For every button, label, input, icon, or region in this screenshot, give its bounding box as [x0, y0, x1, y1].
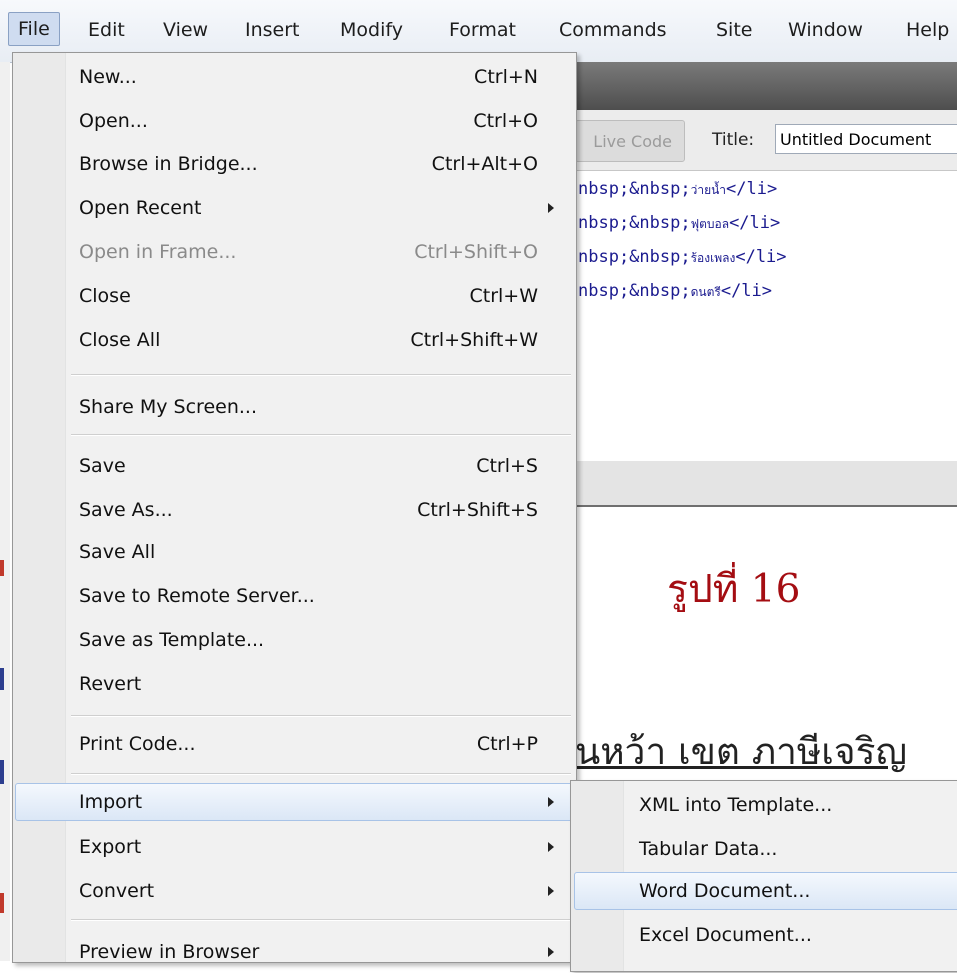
- menu-item-open[interactable]: Open... Ctrl+O: [13, 100, 576, 142]
- document-title-input[interactable]: [775, 124, 957, 154]
- menu-item-share-my-screen[interactable]: Share My Screen...: [13, 386, 576, 428]
- menu-item-close[interactable]: Close Ctrl+W: [13, 275, 576, 317]
- submenu-arrow-icon: [548, 797, 554, 807]
- menu-item-import[interactable]: Import: [13, 781, 576, 823]
- menu-item-close-all[interactable]: Close All Ctrl+Shift+W: [13, 319, 576, 361]
- edge-marker: [0, 668, 4, 690]
- file-menu-dropdown: New... Ctrl+N Open... Ctrl+O Browse in Bri…: [12, 52, 577, 963]
- menu-item-browse-in-bridge[interactable]: Browse in Bridge... Ctrl+Alt+O: [13, 143, 576, 185]
- menu-insert[interactable]: Insert: [245, 14, 300, 46]
- menu-separator: [71, 773, 571, 775]
- edge-marker: [0, 893, 4, 913]
- menu-item-preview-in-browser[interactable]: Preview in Browser: [13, 931, 576, 973]
- split-divider[interactable]: [575, 461, 957, 507]
- submenu-item-tabular-data[interactable]: Tabular Data...: [571, 827, 957, 871]
- code-view[interactable]: nbsp;&nbsp;ว่ายน้ำ</li> nbsp;&nbsp;ฟุตบอ…: [575, 171, 957, 461]
- submenu-item-word-document[interactable]: Word Document...: [571, 869, 957, 913]
- figure-caption: รูปที่ 16: [667, 567, 801, 612]
- menu-item-save[interactable]: Save Ctrl+S: [13, 445, 576, 487]
- menu-item-print-code[interactable]: Print Code... Ctrl+P: [13, 723, 576, 765]
- menu-commands[interactable]: Commands: [559, 14, 667, 46]
- menu-modify[interactable]: Modify: [340, 14, 403, 46]
- menu-format[interactable]: Format: [449, 14, 516, 46]
- code-line: nbsp;&nbsp;ร้องเพลง</li>: [578, 247, 787, 267]
- edge-marker: [0, 760, 4, 784]
- left-edge-panel: [0, 62, 10, 961]
- submenu-arrow-icon: [548, 842, 554, 852]
- menu-item-open-in-frame: Open in Frame... Ctrl+Shift+O: [79, 241, 538, 263]
- menu-item-save-as[interactable]: Save As... Ctrl+Shift+S: [13, 489, 576, 531]
- menu-item-open-recent[interactable]: Open Recent: [13, 187, 576, 229]
- menu-item-export[interactable]: Export: [13, 826, 576, 868]
- document-heading: นหว้า เขต ภาษีเจริญ: [575, 730, 908, 773]
- document-tab-bar: [575, 62, 957, 110]
- menu-item-revert[interactable]: Revert: [13, 663, 576, 705]
- menu-help[interactable]: Help: [906, 14, 949, 46]
- menu-separator: [71, 919, 571, 921]
- menu-item-new[interactable]: New... Ctrl+N: [13, 56, 576, 98]
- menu-edit[interactable]: Edit: [88, 14, 125, 46]
- edge-marker: [0, 560, 4, 576]
- document-toolbar: Live Code Title:: [575, 110, 957, 171]
- code-line: nbsp;&nbsp;ฟุตบอล</li>: [578, 213, 781, 233]
- live-code-button[interactable]: Live Code: [575, 120, 685, 162]
- menu-item-save-as-template[interactable]: Save as Template...: [13, 619, 576, 661]
- import-submenu: XML into Template... Tabular Data... Wor…: [570, 780, 957, 972]
- menu-separator: [71, 715, 571, 717]
- title-label: Title:: [712, 130, 755, 150]
- menu-window[interactable]: Window: [788, 14, 863, 46]
- code-line: nbsp;&nbsp;ว่ายน้ำ</li>: [578, 179, 778, 199]
- menu-file[interactable]: File: [8, 12, 60, 46]
- menu-separator: [71, 374, 571, 376]
- submenu-item-excel-document[interactable]: Excel Document...: [571, 913, 957, 957]
- submenu-arrow-icon: [548, 886, 554, 896]
- menu-view[interactable]: View: [163, 14, 208, 46]
- menu-item-convert[interactable]: Convert: [13, 870, 576, 912]
- menu-item-save-all[interactable]: Save All: [13, 531, 576, 573]
- menu-site[interactable]: Site: [716, 14, 752, 46]
- submenu-arrow-icon: [548, 203, 554, 213]
- submenu-arrow-icon: [548, 947, 554, 957]
- menu-item-save-to-remote-server[interactable]: Save to Remote Server...: [13, 575, 576, 617]
- menu-separator: [71, 434, 571, 436]
- code-line: nbsp;&nbsp;ดนตรี</li>: [578, 281, 773, 301]
- submenu-item-xml-into-template[interactable]: XML into Template...: [571, 783, 957, 827]
